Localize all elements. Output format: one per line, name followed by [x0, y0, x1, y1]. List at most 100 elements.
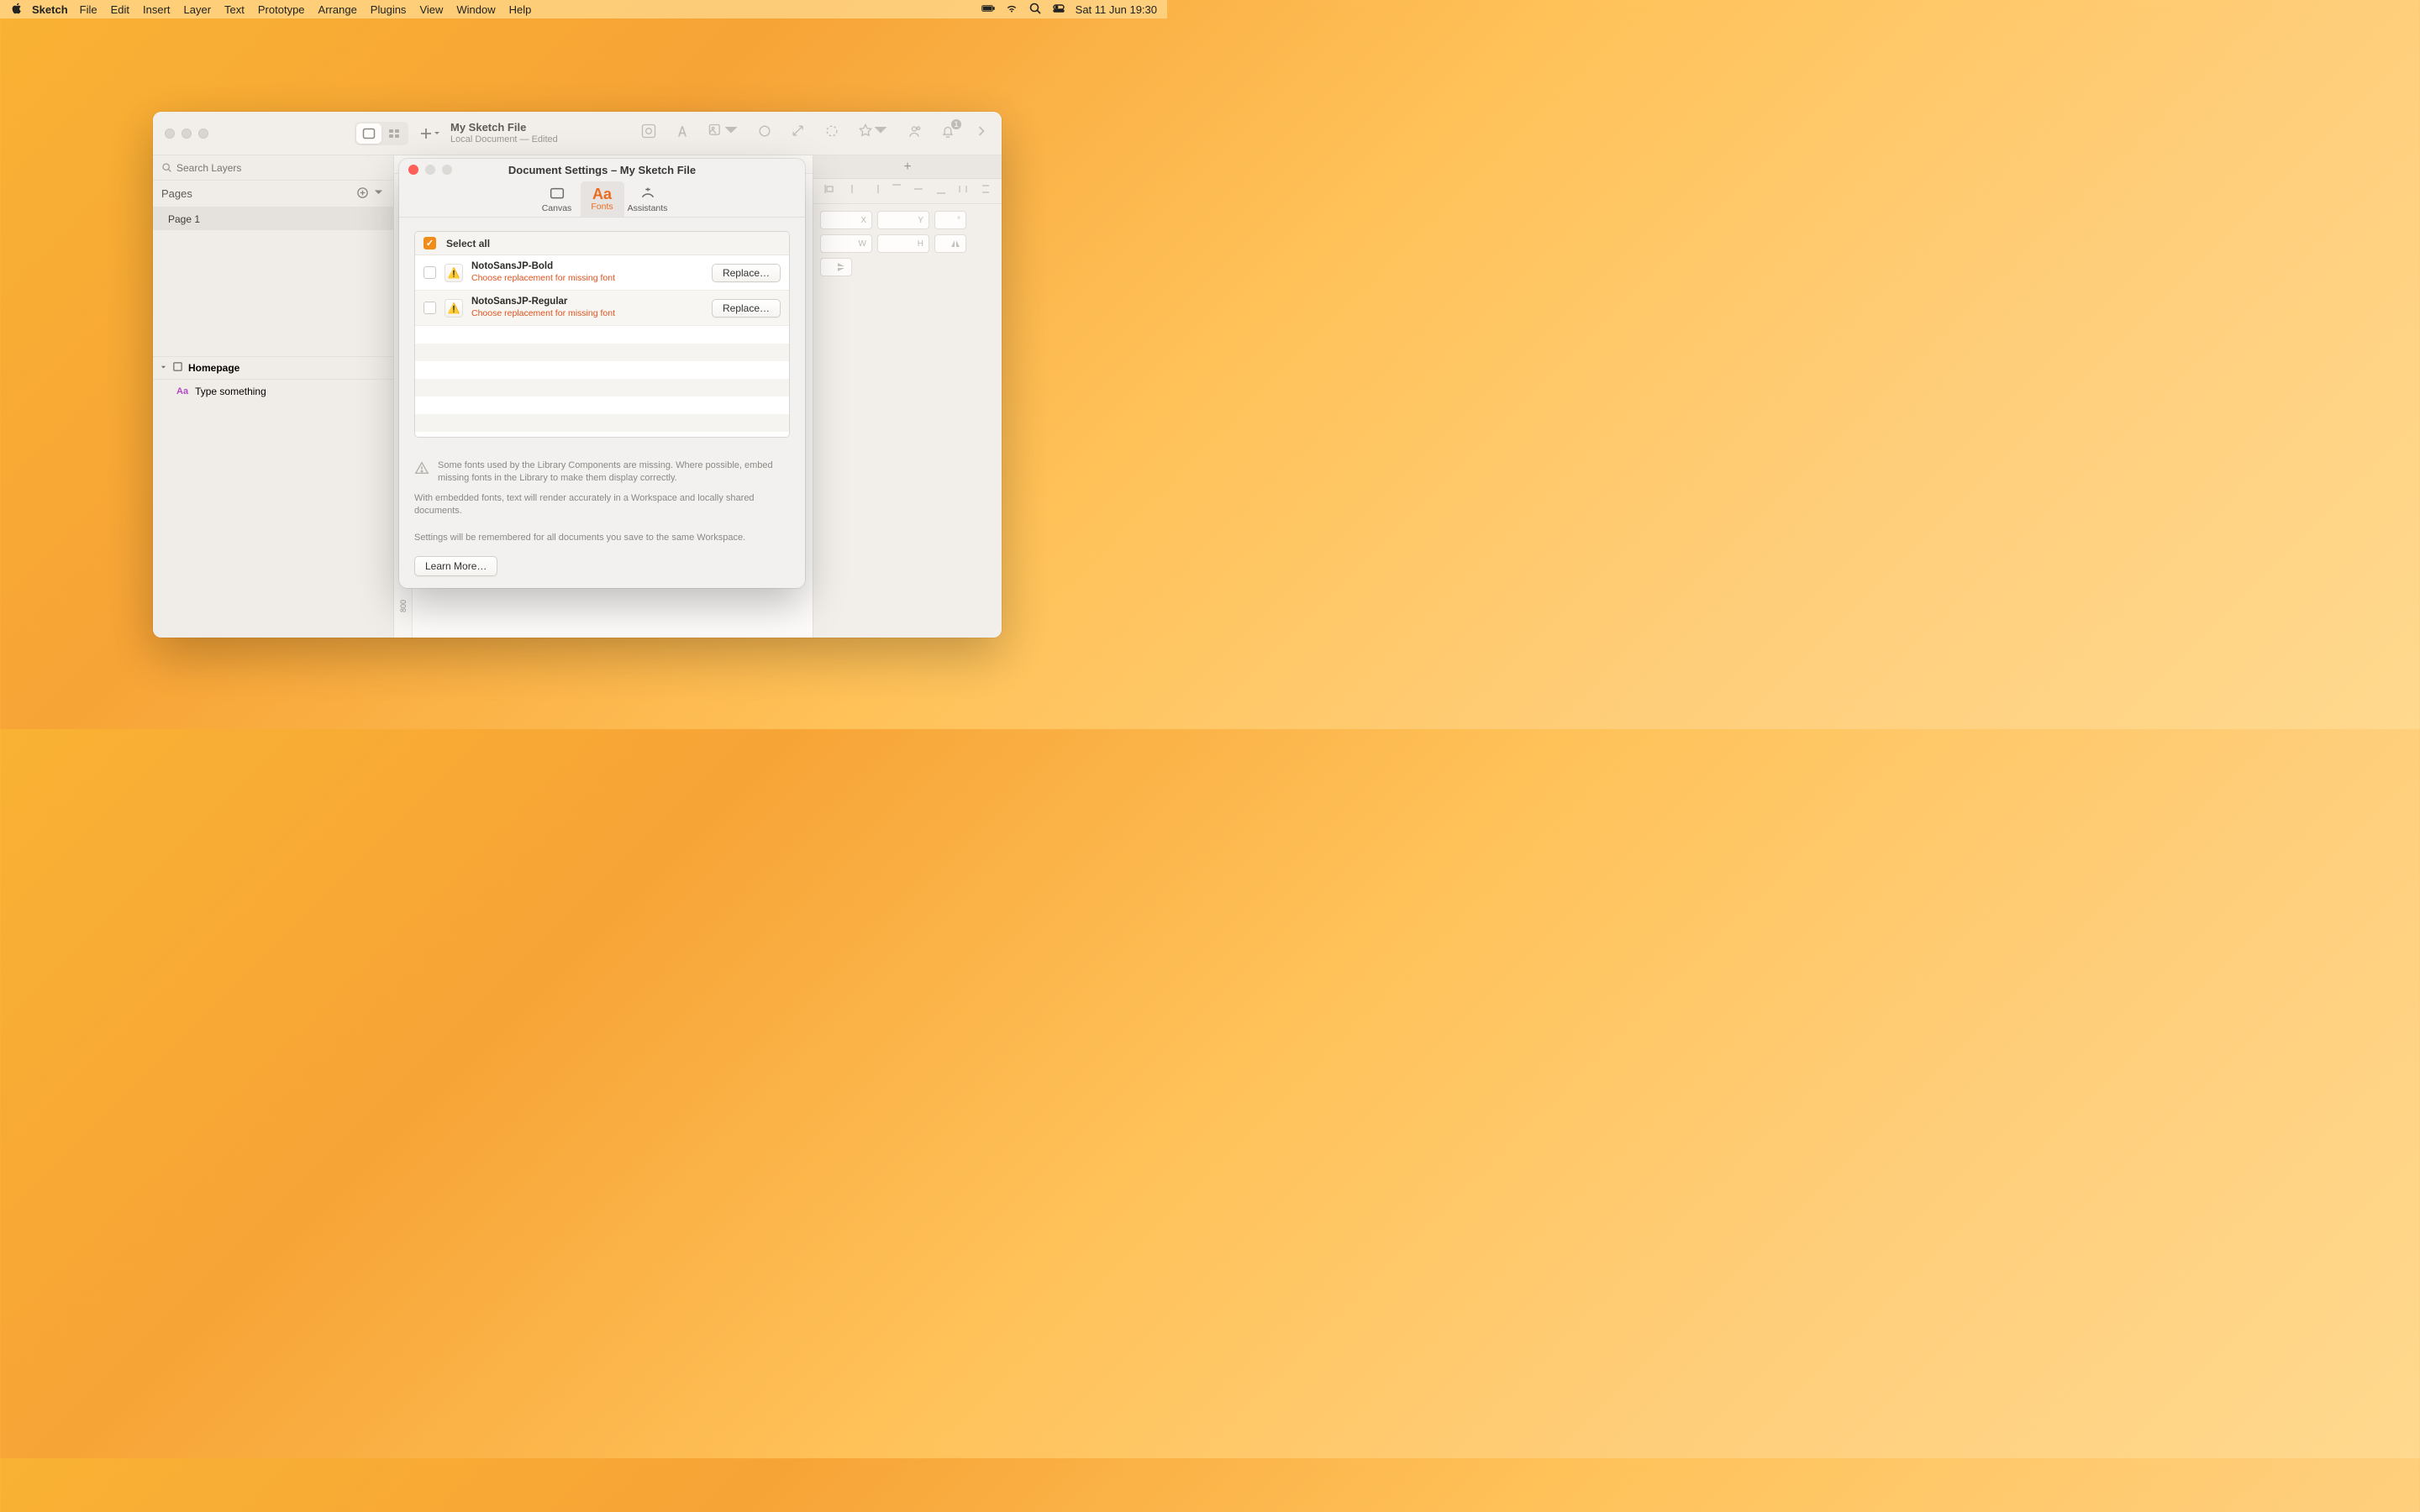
spotlight-icon[interactable]: [1028, 2, 1042, 18]
distribute-v-icon[interactable]: [980, 183, 992, 199]
window-minimize-icon[interactable]: [182, 129, 192, 139]
add-page-icon[interactable]: [356, 186, 369, 202]
inspector-add-tab[interactable]: +: [813, 155, 1002, 179]
style-icon[interactable]: [857, 123, 889, 144]
ruler-mark: 800: [399, 600, 408, 612]
warning-icon: ⚠️: [445, 264, 463, 282]
wifi-icon[interactable]: [1005, 2, 1018, 18]
font-subtitle: Choose replacement for missing font: [471, 308, 703, 319]
menu-plugins[interactable]: Plugins: [371, 3, 407, 16]
menu-layer[interactable]: Layer: [184, 3, 212, 16]
insert-button[interactable]: [417, 122, 442, 145]
fonts-icon: Aa: [592, 186, 612, 202]
document-status: Local Document — Edited: [450, 134, 558, 145]
menu-view[interactable]: View: [419, 3, 443, 16]
flip-h-icon[interactable]: [934, 234, 966, 253]
menu-text[interactable]: Text: [224, 3, 245, 16]
rotation-field[interactable]: °: [934, 211, 966, 229]
menu-help[interactable]: Help: [509, 3, 532, 16]
chevron-down-icon[interactable]: [160, 362, 167, 374]
learn-more-button[interactable]: Learn More…: [414, 556, 497, 576]
menu-prototype[interactable]: Prototype: [258, 3, 305, 16]
align-top-icon[interactable]: [891, 183, 902, 199]
font-list-empty-rows: [415, 326, 789, 437]
text-tool-icon[interactable]: [674, 123, 691, 144]
flip-v-icon[interactable]: [820, 258, 852, 276]
warning-icon: ⚠️: [445, 299, 463, 318]
layer-text-name: Type something: [195, 386, 266, 397]
font-checkbox[interactable]: [424, 302, 436, 314]
app-name[interactable]: Sketch: [32, 3, 68, 16]
pages-header: Pages: [153, 181, 393, 207]
canvas-icon: [548, 185, 566, 203]
symbol-icon[interactable]: [640, 123, 657, 144]
select-all-label: Select all: [446, 238, 490, 249]
font-subtitle: Choose replacement for missing font: [471, 273, 703, 284]
height-field[interactable]: H: [877, 234, 929, 253]
modal-note-2: With embedded fonts, text will render ac…: [399, 489, 805, 522]
distribute-h-icon[interactable]: [957, 183, 969, 199]
image-tool-icon[interactable]: [708, 123, 739, 144]
align-vcenter-icon[interactable]: [913, 183, 924, 199]
modal-titlebar: Document Settings – My Sketch File: [399, 159, 805, 181]
align-bottom-icon[interactable]: [935, 183, 947, 199]
width-field[interactable]: W: [820, 234, 872, 253]
notifications-button[interactable]: 1: [939, 123, 956, 144]
macos-menubar: Sketch File Edit Insert Layer Text Proto…: [0, 0, 1167, 18]
tab-canvas[interactable]: Canvas: [535, 181, 579, 217]
font-name: NotoSansJP-Regular: [471, 297, 703, 308]
replace-button[interactable]: Replace…: [712, 299, 781, 318]
window-zoom-icon[interactable]: [198, 129, 208, 139]
menubar-clock[interactable]: Sat 11 Jun 19:30: [1076, 3, 1157, 16]
replace-button[interactable]: Replace…: [712, 264, 781, 282]
scale-icon[interactable]: [790, 123, 807, 144]
components-view-icon[interactable]: [381, 123, 407, 144]
mask-icon[interactable]: [756, 123, 773, 144]
modal-note-3: Settings will be remembered for all docu…: [399, 528, 805, 548]
font-row: ⚠️ NotoSansJP-Bold Choose replacement fo…: [415, 255, 789, 291]
modal-close-icon[interactable]: [408, 165, 418, 175]
font-list: Select all ⚠️ NotoSansJP-Bold Choose rep…: [414, 231, 790, 438]
document-title[interactable]: My Sketch File Local Document — Edited: [450, 122, 558, 145]
status-icons: Sat 11 Jun 19:30: [981, 2, 1157, 18]
modal-minimize-icon: [425, 165, 435, 175]
y-field[interactable]: Y: [877, 211, 929, 229]
document-settings-modal: Document Settings – My Sketch File Canva…: [399, 159, 805, 588]
canvas-view-icon[interactable]: [356, 123, 381, 144]
page-item[interactable]: Page 1: [153, 207, 393, 230]
align-left-icon[interactable]: [823, 183, 835, 199]
collab-icon[interactable]: [906, 123, 923, 144]
tab-assistants[interactable]: Assistants: [626, 181, 670, 217]
align-right-icon[interactable]: [868, 183, 880, 199]
select-all-checkbox[interactable]: [424, 237, 436, 249]
pages-chevron-icon[interactable]: [372, 186, 385, 202]
window-close-icon[interactable]: [165, 129, 175, 139]
traffic-lights: [165, 129, 208, 139]
rotate-icon[interactable]: [823, 123, 840, 144]
view-mode-segmented[interactable]: [355, 122, 408, 145]
document-name: My Sketch File: [450, 122, 558, 134]
modal-zoom-icon: [442, 165, 452, 175]
menu-insert[interactable]: Insert: [143, 3, 171, 16]
font-name: NotoSansJP-Bold: [471, 261, 703, 273]
alignment-row: [813, 179, 1002, 204]
layer-search[interactable]: [153, 155, 393, 181]
font-checkbox[interactable]: [424, 266, 436, 279]
battery-icon[interactable]: [981, 2, 995, 18]
overflow-icon[interactable]: [973, 123, 990, 144]
menu-window[interactable]: Window: [456, 3, 495, 16]
menu-edit[interactable]: Edit: [111, 3, 129, 16]
layer-group[interactable]: Homepage: [153, 356, 393, 380]
toolbar-icons: 1: [640, 123, 990, 144]
apple-menu-icon[interactable]: [10, 2, 24, 18]
menu-arrange[interactable]: Arrange: [318, 3, 357, 16]
assistants-icon: [639, 185, 657, 203]
layer-text-item[interactable]: Aa Type something: [153, 380, 393, 403]
align-hcenter-icon[interactable]: [846, 183, 858, 199]
menu-file[interactable]: File: [80, 3, 97, 16]
tab-fonts[interactable]: Aa Fonts: [581, 181, 624, 217]
control-center-icon[interactable]: [1052, 2, 1065, 18]
font-row: ⚠️ NotoSansJP-Regular Choose replacement…: [415, 291, 789, 326]
layer-search-input[interactable]: [176, 162, 385, 174]
x-field[interactable]: X: [820, 211, 872, 229]
